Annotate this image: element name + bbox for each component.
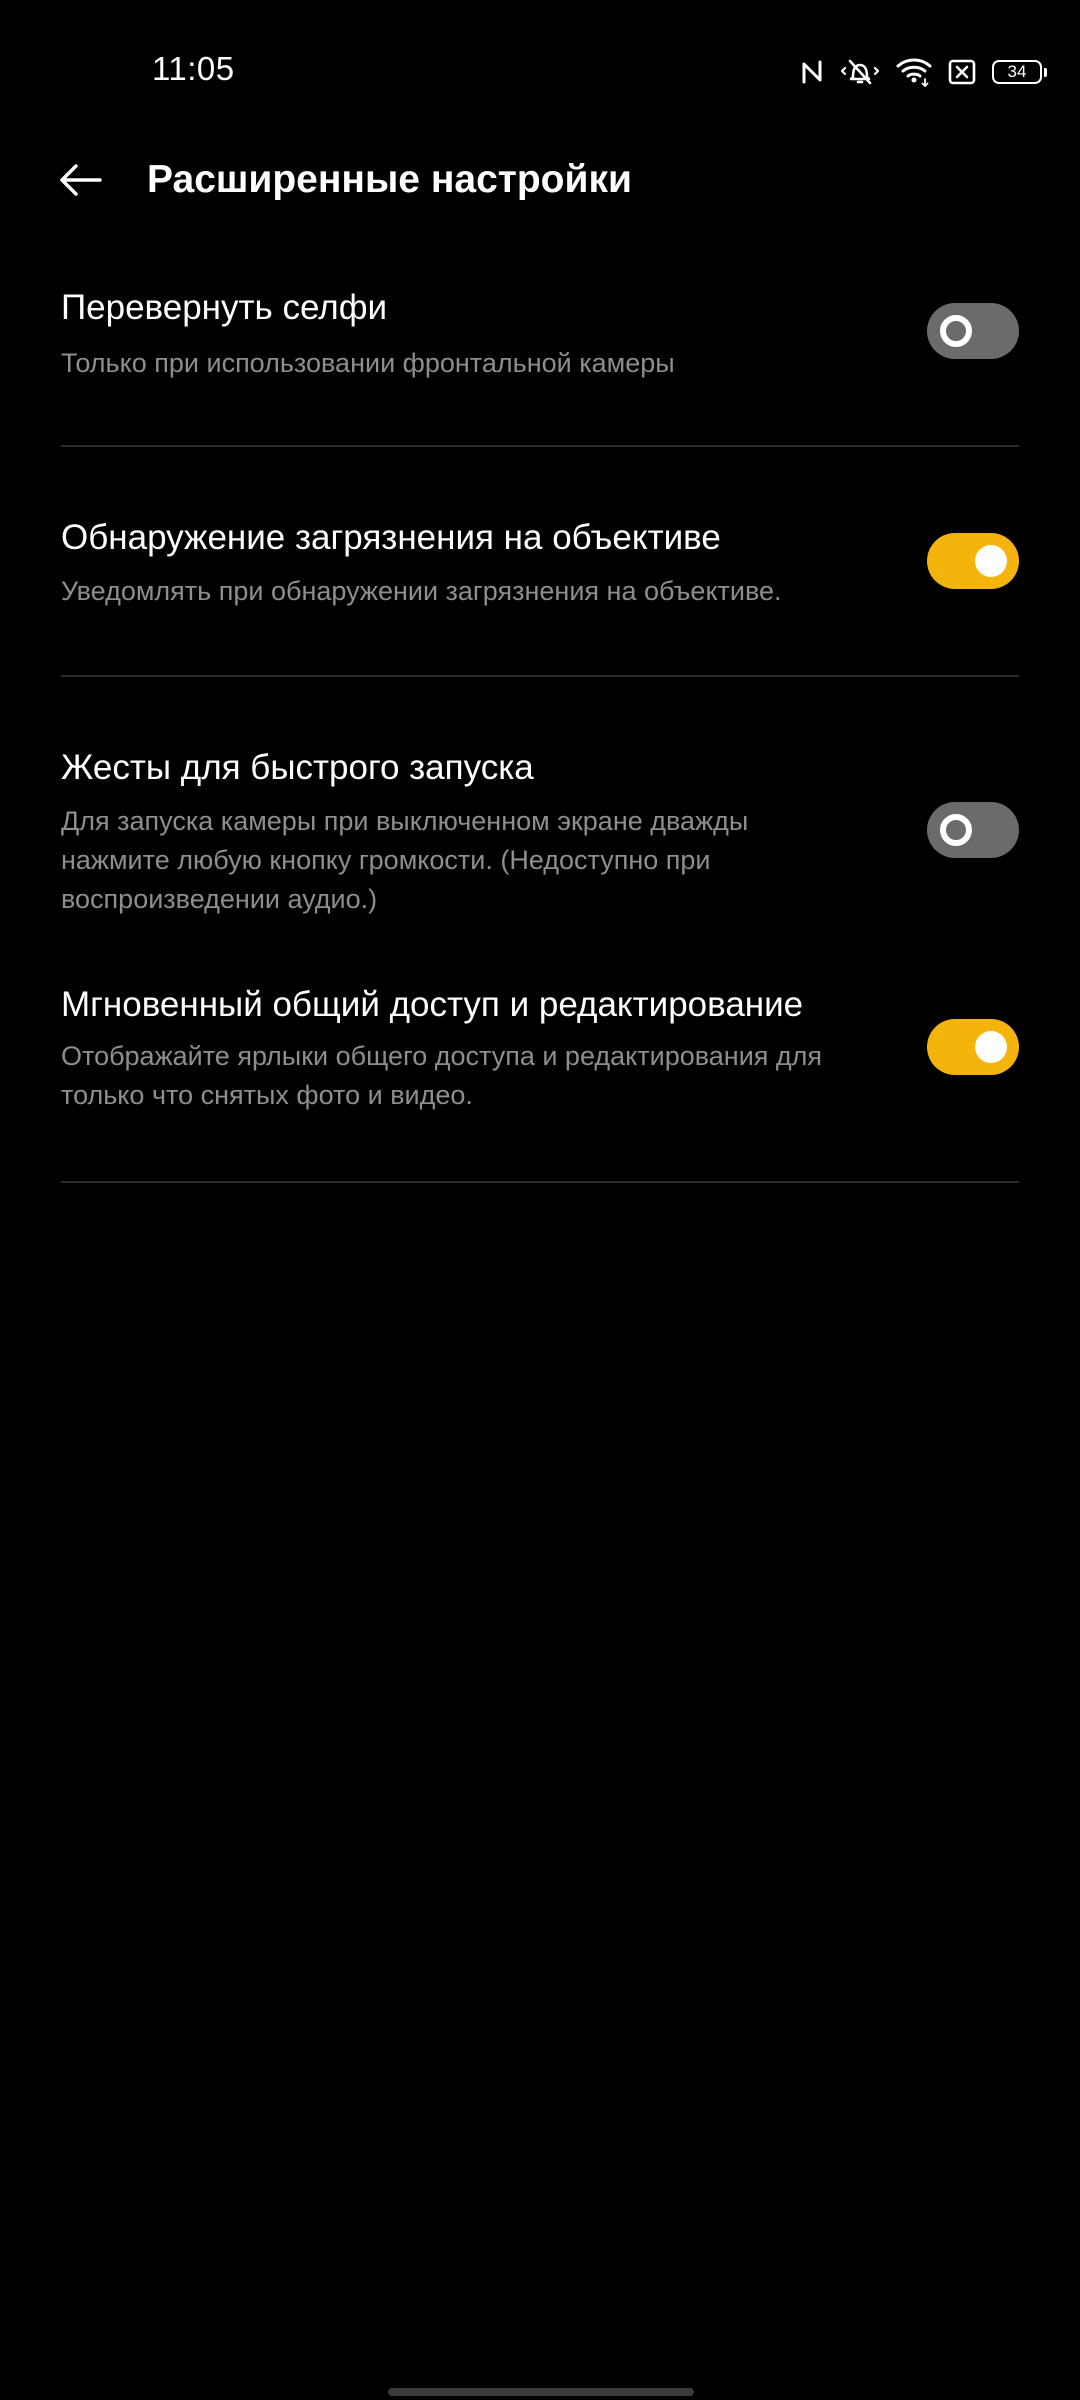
arrow-left-icon bbox=[60, 164, 102, 196]
battery-level: 34 bbox=[1007, 62, 1027, 81]
status-icons: 34 bbox=[800, 52, 1047, 92]
divider bbox=[61, 675, 1019, 677]
toggle-knob bbox=[975, 1031, 1007, 1063]
setting-lens-smudge-detection[interactable]: Обнаружение загрязнения на объективе Уве… bbox=[61, 514, 1019, 614]
divider bbox=[61, 445, 1019, 447]
setting-quick-launch-gestures[interactable]: Жесты для быстрого запуска Для запуска к… bbox=[61, 744, 1019, 924]
wifi-icon bbox=[896, 57, 932, 87]
toggle-instant-share-edit[interactable] bbox=[927, 1019, 1019, 1075]
setting-title: Перевернуть селфи bbox=[61, 288, 388, 327]
vibrate-icon bbox=[840, 57, 880, 87]
setting-description: Только при использовании фронтальной кам… bbox=[61, 348, 675, 378]
toggle-knob bbox=[940, 814, 972, 846]
toggle-lens-smudge-detection[interactable] bbox=[927, 533, 1019, 589]
sim-off-icon bbox=[948, 58, 976, 86]
toggle-knob bbox=[940, 315, 972, 347]
nfc-icon bbox=[800, 58, 824, 86]
divider bbox=[61, 1181, 1019, 1183]
toggle-quick-launch-gestures[interactable] bbox=[927, 802, 1019, 858]
setting-title: Обнаружение загрязнения на объективе bbox=[61, 518, 721, 557]
battery-icon: 34 bbox=[992, 60, 1047, 84]
page-title: Расширенные настройки bbox=[147, 158, 632, 201]
setting-title: Жесты для быстрого запуска bbox=[61, 748, 534, 787]
setting-description: Для запуска камеры при выключенном экран… bbox=[61, 806, 749, 914]
home-indicator[interactable] bbox=[388, 2388, 694, 2396]
setting-description: Уведомлять при обнаружении загрязнения н… bbox=[61, 576, 782, 606]
setting-description: Отображайте ярлыки общего доступа и реда… bbox=[61, 1041, 823, 1110]
back-button[interactable] bbox=[50, 150, 110, 210]
setting-title: Мгновенный общий доступ и редактирование bbox=[61, 985, 804, 1024]
setting-flip-selfie[interactable]: Перевернуть селфи Только при использован… bbox=[61, 284, 1019, 384]
status-bar: 11:05 34 bbox=[0, 0, 1080, 140]
toggle-flip-selfie[interactable] bbox=[927, 303, 1019, 359]
header: Расширенные настройки bbox=[0, 140, 1080, 222]
status-time: 11:05 bbox=[152, 50, 235, 87]
setting-instant-share-edit[interactable]: Мгновенный общий доступ и редактирование… bbox=[61, 981, 1019, 1121]
toggle-knob bbox=[975, 545, 1007, 577]
